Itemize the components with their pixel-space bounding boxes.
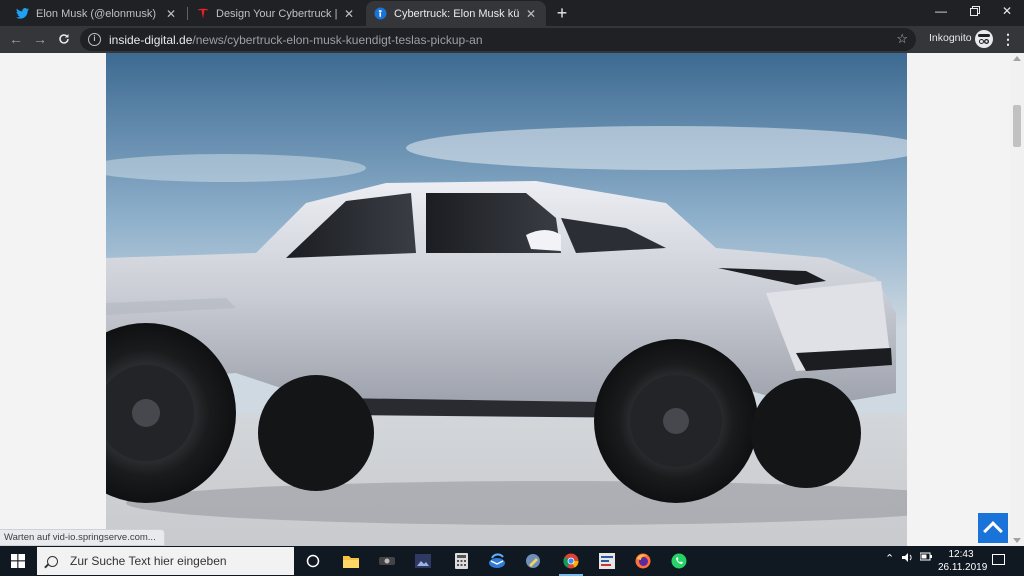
- whatsapp-icon[interactable]: [662, 549, 696, 573]
- close-icon[interactable]: ✕: [342, 7, 356, 21]
- app-settings-icon[interactable]: [590, 549, 624, 573]
- app-dark-icon[interactable]: [370, 549, 404, 573]
- incognito-label: Inkognito: [929, 32, 972, 44]
- speaker-icon[interactable]: [902, 552, 914, 566]
- browser-toolbar: ← → i inside-digital.de/news/cybertruck-…: [0, 26, 1024, 53]
- tab-title: Design Your Cybertruck | Tesla: [216, 7, 338, 20]
- image-viewer-icon[interactable]: [406, 549, 440, 573]
- close-icon[interactable]: ✕: [524, 7, 538, 21]
- inside-digital-icon: [374, 7, 387, 20]
- minimize-button[interactable]: —: [924, 0, 958, 22]
- address-bar[interactable]: i inside-digital.de/news/cybertruck-elon…: [80, 28, 916, 51]
- twitter-bird-icon: [16, 7, 29, 20]
- incognito-icon[interactable]: [975, 30, 993, 48]
- windows-start-button[interactable]: [0, 546, 36, 576]
- page-viewport: Warten auf vid-io.springserve.com...: [0, 53, 1024, 546]
- taskbar-clock[interactable]: 12:43 26.11.2019: [938, 548, 988, 574]
- scroll-up-icon[interactable]: [1013, 56, 1021, 61]
- article-column: [106, 53, 907, 546]
- clock-time: 12:43: [948, 549, 974, 560]
- bookmark-star-icon[interactable]: ☆: [896, 31, 908, 47]
- chrome-icon[interactable]: [554, 549, 588, 576]
- tab-strip: Elon Musk (@elonmusk) | Twitter ✕ Design…: [0, 0, 1024, 26]
- calculator-icon[interactable]: [444, 549, 478, 573]
- url-text: inside-digital.de/news/cybertruck-elon-m…: [109, 32, 483, 47]
- close-window-button[interactable]: ✕: [990, 0, 1024, 22]
- screen: Elon Musk (@elonmusk) | Twitter ✕ Design…: [0, 0, 1024, 576]
- new-tab-button[interactable]: +: [552, 2, 572, 24]
- clock-date: 26.11.2019: [938, 562, 988, 573]
- reload-icon[interactable]: [54, 29, 74, 49]
- search-icon: [47, 555, 58, 567]
- tab-tesla[interactable]: Design Your Cybertruck | Tesla ✕: [188, 1, 364, 26]
- info-icon[interactable]: i: [88, 33, 101, 46]
- hero-image: [106, 53, 907, 546]
- file-explorer-icon[interactable]: [334, 549, 368, 573]
- task-view-icon[interactable]: [296, 549, 330, 573]
- back-arrow-icon[interactable]: ←: [6, 29, 26, 49]
- notification-icon[interactable]: [992, 554, 1005, 565]
- thunderbird-icon[interactable]: [480, 549, 514, 573]
- scroll-down-icon[interactable]: [1013, 538, 1021, 543]
- tesla-logo-icon: [196, 7, 209, 20]
- page-scrollbar[interactable]: [1010, 53, 1024, 546]
- firefox-icon[interactable]: [626, 549, 660, 573]
- back-to-top-button[interactable]: [978, 513, 1008, 543]
- forward-arrow-icon[interactable]: →: [30, 29, 50, 49]
- tab-twitter[interactable]: Elon Musk (@elonmusk) | Twitter ✕: [8, 1, 186, 26]
- windows-logo-icon: [11, 554, 25, 568]
- tab-title: Cybertruck: Elon Musk kündigt Tesla: [394, 7, 520, 20]
- status-bubble: Warten auf vid-io.springserve.com...: [0, 529, 165, 546]
- tab-title: Elon Musk (@elonmusk) | Twitter: [36, 7, 160, 20]
- taskbar-search-box[interactable]: Zur Suche Text hier eingeben: [37, 547, 294, 575]
- tray-expand-icon[interactable]: ⌃: [885, 552, 894, 565]
- app-pencil-icon[interactable]: [516, 549, 550, 573]
- taskbar: Zur Suche Text hier eingeben ⌃ 12:43 26.…: [0, 546, 1024, 576]
- scroll-thumb[interactable]: [1013, 105, 1021, 147]
- restore-button[interactable]: [958, 0, 992, 22]
- network-icon[interactable]: [919, 552, 932, 565]
- tab-inside-digital[interactable]: Cybertruck: Elon Musk kündigt Tesla ✕: [366, 1, 546, 26]
- menu-icon[interactable]: ⋮: [1001, 30, 1015, 48]
- search-placeholder: Zur Suche Text hier eingeben: [70, 554, 227, 568]
- close-icon[interactable]: ✕: [164, 7, 178, 21]
